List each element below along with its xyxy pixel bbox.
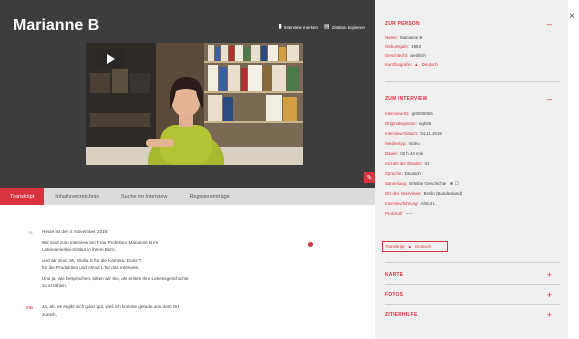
tab-suche[interactable]: Suche im Interview <box>110 188 178 205</box>
interview-place-row: Ort des Interviews: Berlin (Bundesland) <box>385 191 463 196</box>
bookmark-label: Interview merken <box>283 24 319 30</box>
citation-link[interactable]: ▤ Zitation kopieren <box>324 24 365 30</box>
transcript-line[interactable]: und wir sind, äh, Giulia S für die Kamer… <box>42 258 142 264</box>
interview-tapes-row: Anzahl der Bänder: 01 <box>385 161 430 166</box>
section-interview-heading[interactable]: ZUM INTERVIEW <box>385 96 428 102</box>
transcript-line[interactable]: Und ja, wie besprochen, bitten wir Sie, … <box>42 276 189 282</box>
page-title: Marianne B <box>13 17 100 34</box>
close-icon[interactable]: × <box>569 12 575 22</box>
interview-tabs: Transkript Inhaltsverzeichnis Suche im I… <box>0 188 375 205</box>
interview-id-row: Interview-ID: gr0000066 <box>385 111 433 116</box>
interview-interviewer-row: Interviewführung: Almut L <box>385 201 436 206</box>
download-icon: ▲ <box>407 244 414 249</box>
section-zitierhilfe-heading[interactable]: ZITIERHILFE <box>385 312 417 318</box>
section-person-heading[interactable]: ZUR PERSON <box>385 21 420 27</box>
transcript: AL Heute ist der 4. November 2019. Wir s… <box>0 205 375 339</box>
interview-protocol-row: Protokoll: ----- <box>385 211 413 216</box>
transcript-line[interactable]: Lateinamerika-Institut in ihrem Büro, <box>42 247 116 253</box>
info-icon: ⊕ ☐ <box>448 181 459 186</box>
interview-transcript-row[interactable]: Transkript: ▲ Deutsch <box>385 244 431 249</box>
transcript-line[interactable]: Ja, äh, es ergibt sich ganz gut, weil ic… <box>42 304 179 310</box>
transcript-line[interactable]: zu erzählen. <box>42 283 67 289</box>
transcript-line[interactable]: zurück, <box>42 312 57 318</box>
tab-transkript[interactable]: Transkript <box>0 188 45 205</box>
collapse-person-button[interactable]: – <box>547 20 552 29</box>
play-icon <box>107 53 115 64</box>
expand-fotos-button[interactable]: + <box>547 291 552 300</box>
person-birthyear-row: Geburtsjahr: 1953 <box>385 44 421 49</box>
interview-duration-row: Dauer: 02 h 44 min <box>385 151 424 156</box>
metadata-panel: ZUR PERSON – Name: Marianne B Geburtsjahr… <box>375 0 568 339</box>
video-player[interactable] <box>86 43 303 165</box>
interview-date-row: Interview-Datum: 04.11.2019 <box>385 131 442 136</box>
interview-media-row: Medientyp: Video <box>385 141 420 146</box>
annotation-marker[interactable] <box>308 242 313 247</box>
download-icon: ▲ <box>414 62 420 67</box>
tab-registereintraege[interactable]: Registereinträge <box>178 188 240 205</box>
edit-icon[interactable]: ✎ <box>364 172 375 183</box>
person-name-row: Name: Marianne B <box>385 35 423 40</box>
speaker-label: MB <box>26 305 33 310</box>
divider <box>385 262 560 263</box>
interview-signature-row: Originalsignatur: eg035 <box>385 121 432 126</box>
play-button[interactable] <box>96 49 124 68</box>
interview-collection-row[interactable]: Sammlung: Erlebte Geschichte ⊕ ☐ <box>385 181 458 187</box>
tab-inhaltsverzeichnis[interactable]: Inhaltsverzeichnis <box>44 188 110 205</box>
divider <box>385 284 560 285</box>
section-karte-heading[interactable]: KARTE <box>385 272 403 278</box>
divider <box>385 304 560 305</box>
transcript-line[interactable]: Heute ist der 4. November 2019. <box>42 229 108 235</box>
collapse-interview-button[interactable]: – <box>547 95 552 104</box>
expand-karte-button[interactable]: + <box>547 271 552 280</box>
section-fotos-heading[interactable]: FOTOS <box>385 292 403 298</box>
header-actions: ▮ Interview merken ▤ Zitation kopieren <box>278 24 365 30</box>
interview-language-row: Sprache: Deutsch <box>385 171 421 176</box>
bookmark-icon: ▮ <box>278 24 282 30</box>
transcript-line[interactable]: Wir sind zum Interview bei Frau Professo… <box>42 240 158 246</box>
doc-icon: ▤ <box>324 24 330 30</box>
expand-zitierhilfe-button[interactable]: + <box>547 311 552 320</box>
citation-label: Zitation kopieren <box>331 24 365 30</box>
transcript-line[interactable]: für die Produktion und Almut L für das I… <box>42 265 139 271</box>
person-bio-row[interactable]: Kurzbiografie: ▲ Deutsch <box>385 62 438 67</box>
divider <box>385 81 560 82</box>
media-header: Marianne B ▮ Interview merken ▤ Zitation… <box>0 0 375 188</box>
bookmark-link[interactable]: ▮ Interview merken <box>278 24 318 30</box>
speaker-label: AL <box>28 230 34 235</box>
person-gender-row: Geschlecht: weiblich <box>385 53 426 58</box>
